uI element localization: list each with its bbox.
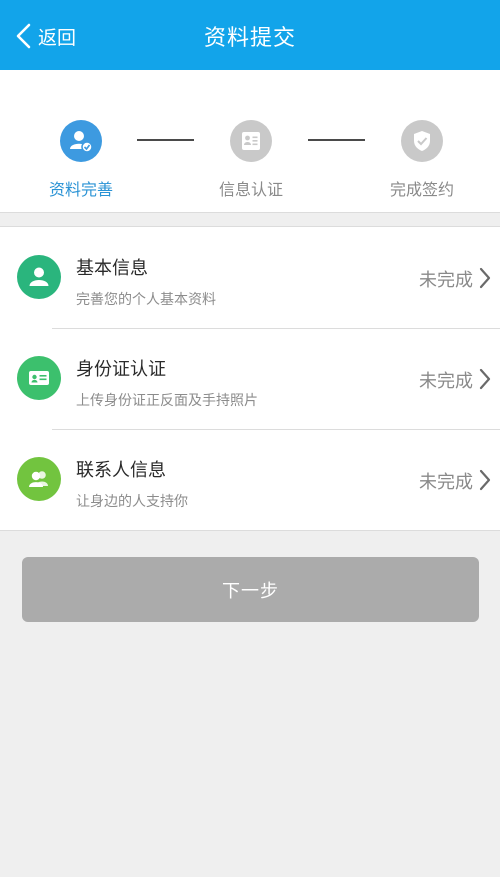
item-subtitle: 让身边的人支持你 (76, 494, 188, 510)
status-label: 未完成 (419, 270, 473, 291)
step-1: 资料完善 (21, 120, 141, 200)
list-item-contacts[interactable]: 联系人信息 让身边的人支持你 未完成 (0, 429, 500, 530)
item-title: 联系人信息 (76, 460, 166, 481)
item-title: 基本信息 (76, 258, 148, 279)
user-check-icon (60, 120, 102, 162)
shield-check-icon (401, 120, 443, 162)
contacts-icon (17, 457, 61, 501)
chevron-right-icon (479, 469, 491, 491)
id-card-icon (17, 356, 61, 400)
item-subtitle: 上传身份证正反面及手持照片 (76, 393, 258, 409)
chevron-right-icon (479, 368, 491, 390)
list-item-basic-info[interactable]: 基本信息 完善您的个人基本资料 未完成 (0, 227, 500, 328)
step-2: 信息认证 (191, 120, 311, 200)
item-subtitle: 完善您的个人基本资料 (76, 292, 216, 308)
step-3: 完成签约 (362, 120, 482, 200)
item-title: 身份证认证 (76, 359, 166, 380)
header-bar: 返回 资料提交 (0, 0, 500, 70)
step-label: 信息认证 (218, 180, 283, 199)
step-label: 完成签约 (389, 180, 454, 199)
status-label: 未完成 (419, 371, 473, 392)
next-step-button[interactable]: 下一步 (22, 557, 479, 622)
step-label: 资料完善 (48, 180, 113, 199)
task-list: 基本信息 完善您的个人基本资料 未完成 身份证认证 上传身份证正反面及手持照片 … (0, 226, 500, 531)
chevron-right-icon (479, 267, 491, 289)
id-document-icon (230, 120, 272, 162)
list-item-id-verification[interactable]: 身份证认证 上传身份证正反面及手持照片 未完成 (0, 328, 500, 429)
page-title: 资料提交 (203, 26, 296, 51)
progress-steps: 资料完善 信息认证 完成签约 (0, 70, 500, 213)
step-connector (137, 139, 194, 141)
person-icon (17, 255, 61, 299)
status-label: 未完成 (419, 472, 473, 493)
step-connector (308, 139, 365, 141)
